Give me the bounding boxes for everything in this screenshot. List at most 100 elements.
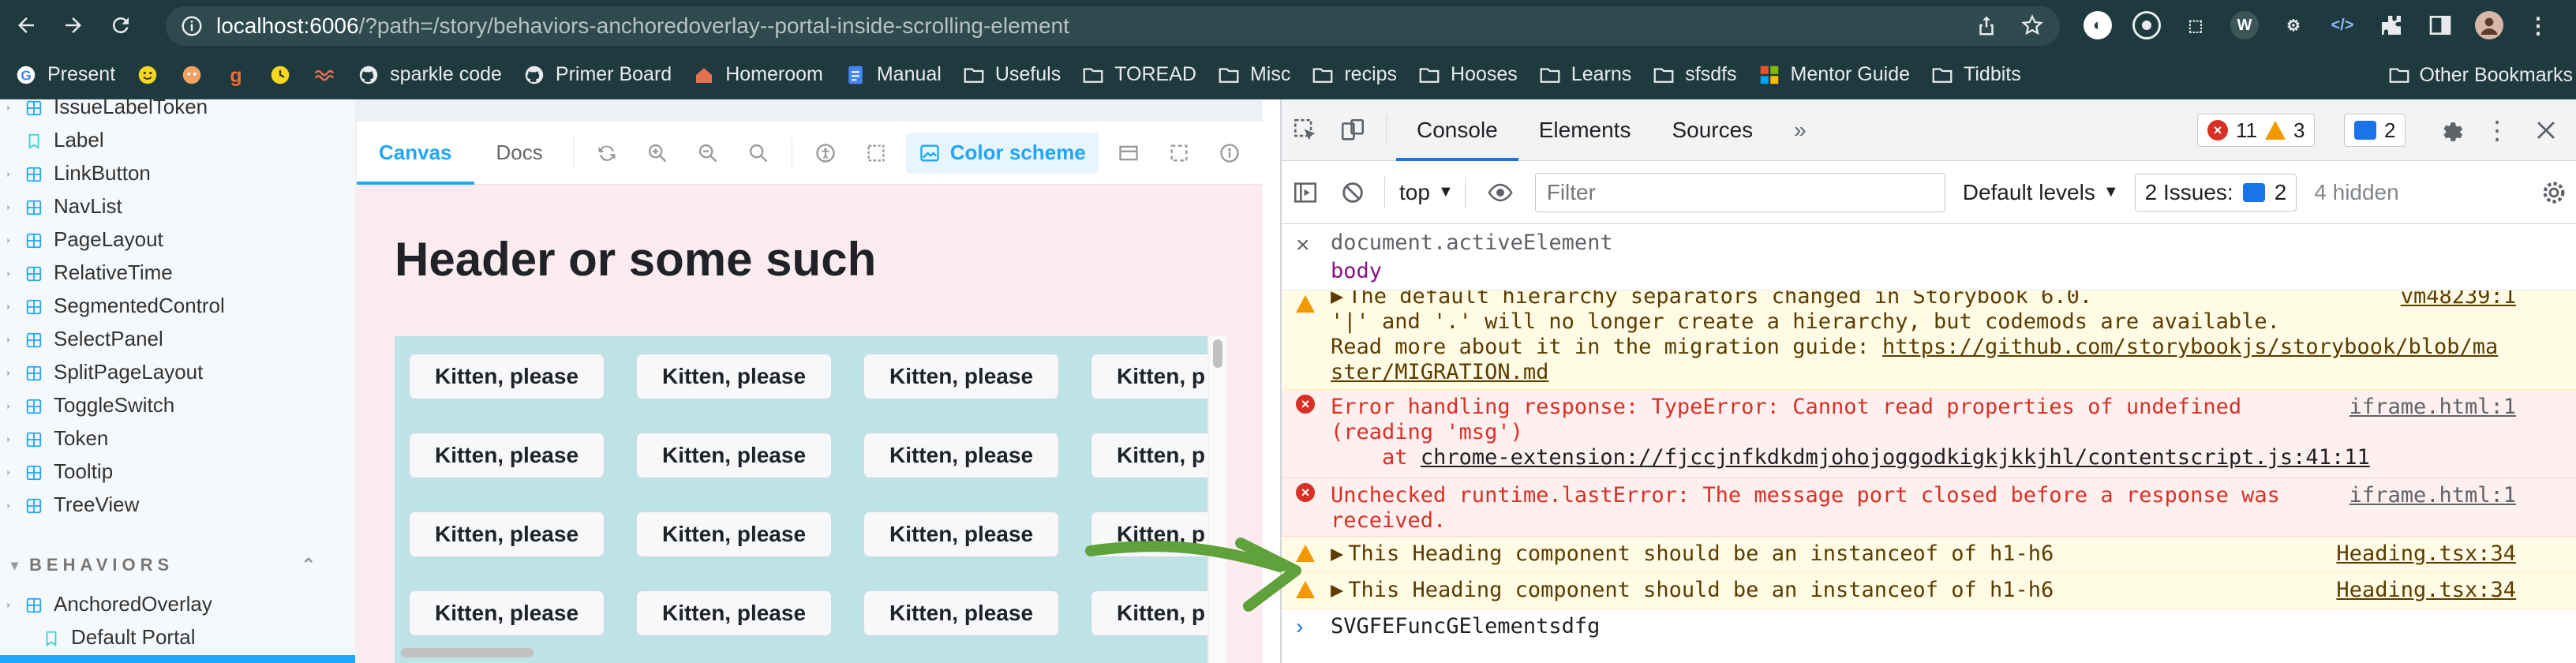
console-error-row[interactable]: × Error handling response: TypeError: Ca… — [1282, 390, 2576, 478]
sidebar-item-relativetime[interactable]: RelativeTime — [0, 256, 173, 289]
kitten-button[interactable]: Kitten, p — [1091, 433, 1208, 478]
sidebar-item-default-portal[interactable]: Default Portal — [35, 620, 196, 654]
bookmark-item[interactable]: Homeroom — [692, 63, 823, 87]
extension-icon[interactable]: ◐ — [2084, 11, 2112, 39]
message-source-link[interactable]: iframe.html:1 — [2349, 395, 2516, 419]
bookmark-item[interactable]: Usefuls — [962, 63, 1061, 87]
forward-button[interactable] — [52, 4, 95, 47]
sidebar-item-segmentedcontrol[interactable]: SegmentedControl — [0, 289, 225, 322]
sidebar-item-selectpanel[interactable]: SelectPanel — [0, 322, 163, 355]
message-source-link[interactable]: iframe.html:1 — [2349, 483, 2516, 508]
bookmark-item[interactable]: sfsdfs — [1652, 63, 1737, 87]
measure-button[interactable] — [1154, 122, 1204, 185]
console-prompt[interactable]: › SVGFEFuncGElementsdfg — [1282, 609, 2576, 663]
back-button[interactable] — [5, 4, 47, 47]
expand-collapse-icon[interactable]: ⌃ — [301, 555, 316, 575]
bookmark-item[interactable] — [268, 63, 292, 87]
scrollbar-thumb[interactable] — [1213, 339, 1222, 368]
log-levels-select[interactable]: Default levels ▼ — [1963, 180, 2119, 205]
device-toolbar-button[interactable] — [1329, 99, 1376, 161]
kitten-button[interactable]: Kitten, please — [409, 590, 605, 636]
outline-button[interactable] — [851, 122, 901, 185]
bookmark-item[interactable]: TOREAD — [1081, 63, 1196, 87]
tab-sources[interactable]: Sources — [1651, 99, 1773, 161]
bookmark-item[interactable]: sparkle code — [357, 63, 502, 87]
stack-link[interactable]: chrome-extension://fjccjnfkdkdmjohojoggo… — [1421, 445, 2370, 470]
kitten-button[interactable]: Kitten, please — [409, 433, 605, 478]
kitten-button[interactable]: Kitten, please — [636, 511, 832, 557]
more-tools-button[interactable] — [1204, 122, 1255, 185]
sidebar-item-label[interactable]: Label — [17, 123, 104, 156]
sidebar-item-linkbutton[interactable]: LinkButton — [0, 156, 151, 189]
site-info-icon[interactable] — [180, 14, 204, 38]
kitten-button[interactable]: Kitten, please — [636, 590, 832, 636]
bookmark-item[interactable]: Misc — [1217, 63, 1290, 87]
bookmark-item[interactable]: Learns — [1538, 63, 1631, 87]
console-error-row[interactable]: × Unchecked runtime.lastError: The messa… — [1282, 478, 2576, 537]
sidebar-toggle-button[interactable] — [1282, 162, 1329, 223]
sidebar-item-toggleswitch[interactable]: ToggleSwitch — [0, 388, 174, 421]
bookmark-item[interactable]: Tidbits — [1930, 63, 2021, 87]
bookmark-item[interactable] — [136, 63, 159, 87]
sidebar-item-issuelabeltoken[interactable]: IssueLabelToken — [0, 90, 208, 123]
kitten-button[interactable]: Kitten, please — [409, 354, 605, 399]
message-source-link[interactable]: Heading.tsx:34 — [2336, 578, 2516, 602]
kitten-button[interactable]: Kitten, please — [863, 590, 1059, 636]
tab-docs[interactable]: Docs — [474, 122, 565, 185]
dice-icon[interactable]: ⬚ — [2181, 11, 2210, 39]
devtools-settings-button[interactable] — [2428, 99, 2475, 161]
remove-expression-icon[interactable]: × — [1296, 232, 1310, 259]
expand-icon[interactable] — [0, 397, 17, 414]
error-warning-counter[interactable]: × 11 3 — [2197, 114, 2316, 147]
expand-icon[interactable] — [0, 430, 17, 447]
messages-counter[interactable]: 2 — [2344, 114, 2406, 147]
expand-icon[interactable] — [0, 496, 17, 513]
expand-icon[interactable] — [0, 99, 17, 115]
zoom-in-button[interactable] — [632, 122, 683, 185]
kitten-button[interactable]: Kitten, please — [636, 354, 832, 399]
sidebar-item-navlist[interactable]: NavList — [0, 189, 122, 223]
target-icon[interactable] — [2132, 11, 2161, 39]
live-expression-button[interactable] — [1477, 162, 1524, 223]
message-source-link[interactable]: vm48239:1 — [2401, 290, 2516, 309]
expand-icon[interactable] — [0, 364, 17, 380]
migration-guide-link[interactable]: https://github.com/storybookjs/storybook… — [1882, 335, 2498, 359]
sidebar-item-anchoredoverlay[interactable]: AnchoredOverlay — [0, 587, 212, 620]
viewport-button[interactable] — [1103, 122, 1154, 185]
expand-icon[interactable] — [0, 463, 17, 480]
issues-button[interactable]: 2 Issues: 2 — [2134, 173, 2297, 212]
menu-kebab-icon[interactable]: ⋮ — [2524, 11, 2552, 39]
kitten-button[interactable]: Kitten, please — [863, 354, 1059, 399]
bookmark-item[interactable]: Primer Board — [522, 63, 672, 87]
share-icon[interactable] — [1975, 13, 1998, 37]
code-icon[interactable]: </> — [2328, 11, 2357, 39]
remount-button[interactable] — [582, 122, 632, 185]
message-source-link[interactable]: Heading.tsx:34 — [2336, 541, 2516, 566]
expand-icon[interactable] — [0, 165, 17, 182]
bookmark-item[interactable]: Manual — [844, 63, 942, 87]
expand-icon[interactable] — [0, 231, 17, 248]
w-extension-icon[interactable]: W — [2230, 11, 2259, 39]
console-settings-button[interactable] — [2530, 162, 2576, 223]
console-warning-row[interactable]: ▶ The default hierarchy separators change… — [1282, 290, 2576, 390]
migration-guide-link-cont[interactable]: ster/MIGRATION.md — [1331, 360, 1548, 384]
profile-avatar[interactable] — [2475, 11, 2503, 39]
expand-icon[interactable] — [0, 596, 17, 612]
expand-caret-icon[interactable]: ▶ — [1331, 290, 1343, 309]
bookmark-item[interactable]: g — [224, 63, 248, 87]
bookmark-item[interactable]: Mentor Guide — [1758, 63, 1910, 87]
kitten-button[interactable]: Kitten, please — [409, 511, 605, 557]
tab-console[interactable]: Console — [1396, 99, 1518, 161]
zoom-out-button[interactable] — [683, 122, 733, 185]
tab-canvas[interactable]: Canvas — [357, 122, 474, 185]
sidebar-item-tooltip[interactable]: Tooltip — [0, 455, 113, 488]
reload-button[interactable] — [99, 4, 142, 47]
context-select[interactable]: top ▼ — [1399, 180, 1454, 205]
console-warning-row[interactable]: ▶ This Heading component should be an ins… — [1282, 537, 2576, 573]
sidebar-item-splitpagelayout[interactable]: SplitPageLayout — [0, 355, 203, 388]
bookmark-item[interactable]: recips — [1311, 63, 1397, 87]
bookmark-item[interactable]: G Present — [14, 63, 115, 87]
bookmark-item[interactable]: Hooses — [1417, 63, 1518, 87]
kitten-button[interactable]: Kitten, p — [1091, 354, 1208, 399]
sidebar-section-header[interactable]: ▾ BEHAVIORS ⌃ — [11, 549, 327, 581]
